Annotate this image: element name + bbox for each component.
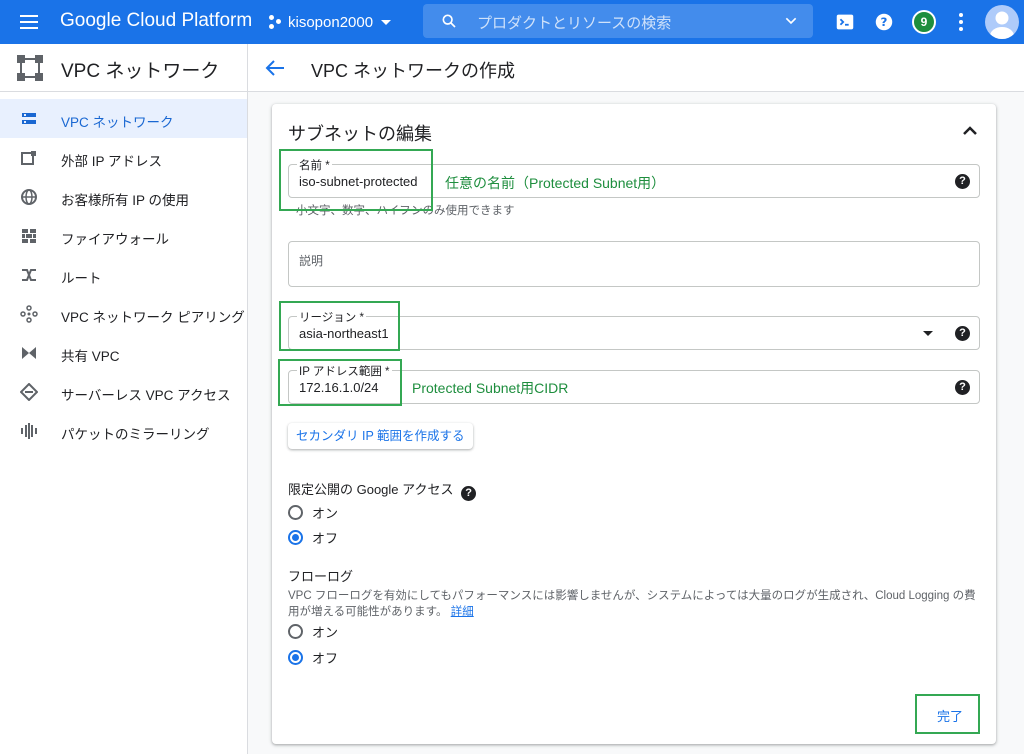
- serverless-icon: [20, 383, 38, 401]
- sidebar-nav: VPC ネットワーク 外部 IP アドレス お客様所有 IP の使用 ファイアウ…: [0, 99, 247, 450]
- search-icon: [442, 14, 456, 28]
- create-secondary-range-button[interactable]: セカンダリ IP 範囲を作成する: [288, 423, 473, 449]
- vpc-network-icon: [22, 113, 36, 124]
- flow-logs-off-radio[interactable]: オフ: [288, 648, 338, 666]
- sidebar-item-label: サーバーレス VPC アクセス: [61, 388, 231, 403]
- details-link[interactable]: 詳細: [451, 606, 474, 618]
- hamburger-menu-icon[interactable]: [18, 11, 40, 33]
- chevron-up-icon[interactable]: [962, 123, 978, 139]
- radio-button-checked-icon: [288, 529, 303, 545]
- sub-header: VPC ネットワーク VPC ネットワークの作成: [0, 44, 1024, 92]
- firewall-icon: [22, 229, 36, 243]
- svg-text:?: ?: [881, 15, 888, 29]
- route-icon: [22, 269, 36, 281]
- radio-button-icon: [288, 504, 303, 520]
- page-title: VPC ネットワークの作成: [311, 61, 516, 81]
- private-access-off-radio[interactable]: オフ: [288, 528, 338, 546]
- sidebar-item-label: 共有 VPC: [61, 349, 120, 364]
- sidebar-item-peering[interactable]: VPC ネットワーク ピアリング: [0, 294, 247, 333]
- section-title: サブネットの編集: [288, 124, 432, 144]
- sidebar-item-serverless-vpc-access[interactable]: サーバーレス VPC アクセス: [0, 372, 247, 411]
- project-name: kisopon2000: [288, 13, 374, 31]
- radio-button-checked-icon: [288, 649, 303, 665]
- radio-button-icon: [288, 623, 303, 639]
- more-options-icon[interactable]: [957, 13, 965, 31]
- radio-label: オン: [312, 505, 339, 521]
- done-button[interactable]: 完了: [937, 706, 963, 725]
- sidebar-item-firewall[interactable]: ファイアウォール: [0, 216, 247, 255]
- sidebar-item-byoip[interactable]: お客様所有 IP の使用: [0, 177, 247, 216]
- external-ip-icon: [21, 151, 36, 165]
- sidebar-item-label: VPC ネットワーク ピアリング: [61, 310, 245, 325]
- description-placeholder: 説明: [299, 254, 324, 268]
- top-app-bar: Google Cloud Platform kisopon2000 プロダクトと…: [0, 0, 1024, 44]
- done-highlight-box: 完了: [915, 694, 980, 734]
- flow-logs-description: VPC フローログを有効にしてもパフォーマンスには影響しませんが、システムによっ…: [288, 588, 978, 620]
- search-placeholder: プロダクトとリソースの検索: [477, 15, 672, 32]
- packet-mirroring-icon: [21, 423, 37, 439]
- radio-label: オフ: [312, 530, 339, 546]
- ip-range-highlight-box: [278, 359, 402, 406]
- help-icon[interactable]: ?: [955, 326, 970, 341]
- sidebar-item-label: お客様所有 IP の使用: [61, 193, 190, 208]
- flow-logs-on-radio[interactable]: オン: [288, 622, 338, 640]
- project-selector[interactable]: kisopon2000: [268, 12, 392, 32]
- sidebar-item-external-ip[interactable]: 外部 IP アドレス: [0, 138, 247, 177]
- radio-label: オン: [312, 624, 339, 640]
- ip-range-annotation: Protected Subnet用CIDR: [412, 380, 569, 396]
- flow-logs-title: フローログ: [288, 569, 354, 584]
- sidebar-item-packet-mirroring[interactable]: パケットのミラーリング: [0, 411, 247, 450]
- peering-icon: [20, 305, 38, 323]
- dropdown-caret-icon: [923, 331, 933, 336]
- name-highlight-box: [279, 149, 433, 211]
- notification-badge[interactable]: 9: [912, 10, 936, 34]
- help-icon[interactable]: ?: [873, 11, 895, 33]
- shared-vpc-icon: [22, 347, 36, 359]
- search-bar[interactable]: プロダクトとリソースの検索: [423, 4, 813, 38]
- flow-logs-description-text: VPC フローログを有効にしてもパフォーマンスには影響しませんが、システムによっ…: [288, 590, 976, 618]
- radio-label: オフ: [312, 650, 339, 666]
- sidebar-item-label: パケットのミラーリング: [61, 427, 210, 442]
- back-arrow-icon[interactable]: [264, 58, 286, 78]
- project-dots-icon: [268, 14, 282, 30]
- account-avatar[interactable]: [985, 5, 1019, 39]
- sidebar-item-label: ルート: [61, 271, 102, 286]
- help-icon[interactable]: ?: [461, 486, 477, 501]
- sidebar-item-vpc-network[interactable]: VPC ネットワーク: [0, 99, 247, 138]
- private-google-access-title: 限定公開の Google アクセス ?: [288, 479, 477, 501]
- brand-title[interactable]: Google Cloud Platform: [60, 10, 252, 32]
- sidebar-item-routes[interactable]: ルート: [0, 255, 247, 294]
- help-icon[interactable]: ?: [955, 174, 970, 189]
- search-expand-icon[interactable]: [783, 13, 799, 29]
- cloud-shell-icon[interactable]: [834, 11, 856, 33]
- name-annotation: 任意の名前（Protected Subnet用）: [445, 175, 666, 191]
- private-access-on-radio[interactable]: オン: [288, 503, 338, 521]
- chevron-down-icon: [381, 19, 392, 25]
- sidebar-title: VPC ネットワーク: [61, 61, 220, 82]
- sidebar-item-shared-vpc[interactable]: 共有 VPC: [0, 333, 247, 372]
- subnet-edit-card: サブネットの編集 名前 * iso-subnet-protected ? 任意の…: [272, 104, 996, 744]
- globe-icon: [21, 189, 37, 205]
- region-highlight-box: [279, 301, 400, 351]
- person-icon: [990, 11, 1014, 39]
- sidebar-item-label: VPC ネットワーク: [61, 115, 174, 130]
- sidebar-item-label: 外部 IP アドレス: [61, 154, 163, 169]
- help-icon[interactable]: ?: [955, 380, 970, 395]
- vpc-network-logo-icon: [17, 55, 43, 81]
- private-google-access-label: 限定公開の Google アクセス: [288, 482, 454, 497]
- sidebar-item-label: ファイアウォール: [61, 232, 169, 247]
- description-field[interactable]: 説明: [288, 241, 980, 287]
